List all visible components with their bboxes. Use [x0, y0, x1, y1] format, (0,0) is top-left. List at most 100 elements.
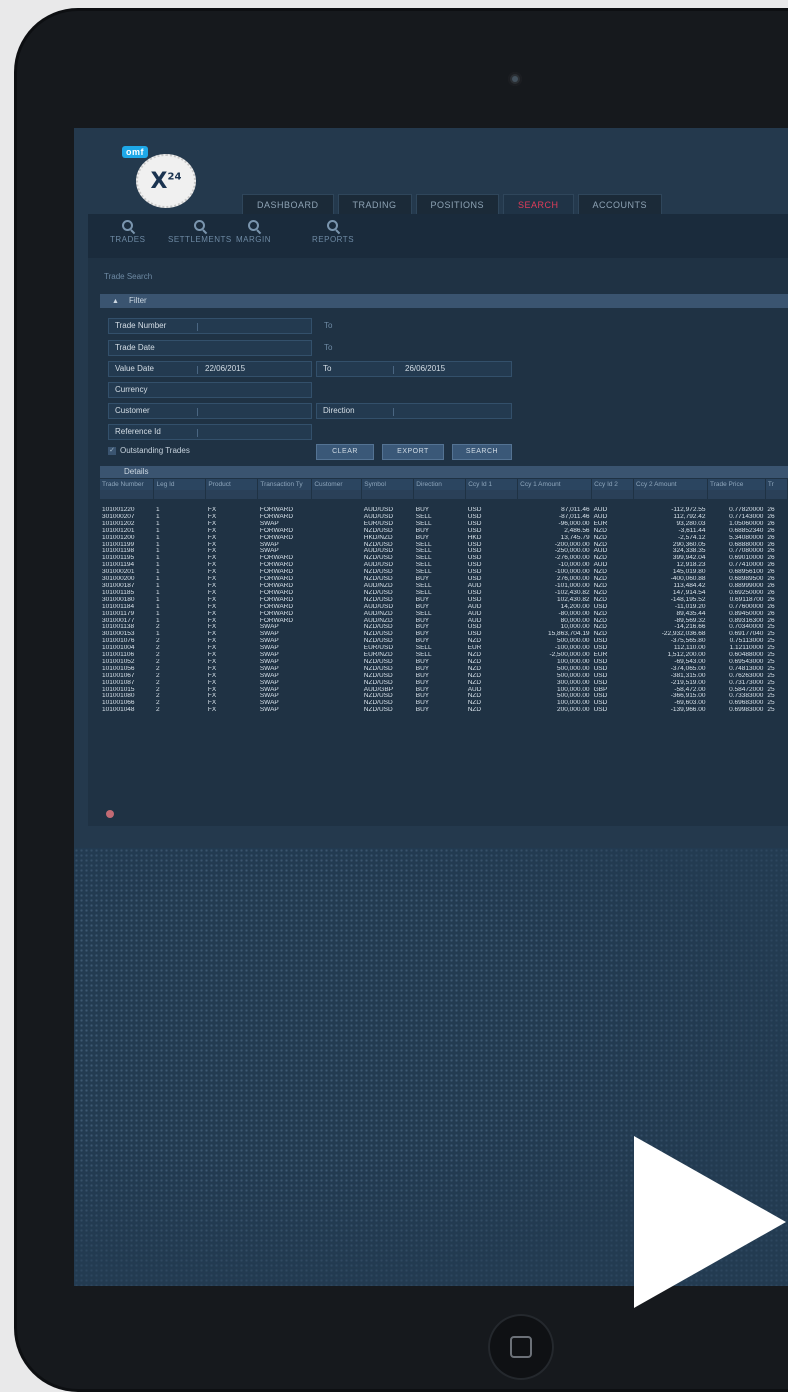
- table-row[interactable]: 101001198 1 FX SWAP AUD/USD SELL USD -250,000.0…: [100, 548, 788, 555]
- reference-id-field[interactable]: Reference Id: [108, 424, 312, 440]
- table-row[interactable]: 101001195 1 FX FORWARD NZD/USD SELL USD -276,00…: [100, 555, 788, 562]
- table-cell: NZD: [593, 555, 607, 562]
- table-cell: [312, 618, 362, 625]
- table-row[interactable]: 101001184 1 FX FORWARD AUD/USD BUY AUD 14,200.0…: [100, 604, 788, 611]
- table-cell: AUD: [467, 610, 482, 617]
- table-row[interactable]: 101001138 2 FX SWAP NZD/USD BUY USD 10,000.00 NZ…: [100, 624, 788, 631]
- column-header[interactable]: Trade Price: [707, 479, 766, 490]
- column-header[interactable]: Product: [205, 479, 259, 490]
- table-cell: SWAP: [259, 665, 279, 672]
- column-header[interactable]: Tr: [765, 479, 788, 490]
- tab-accounts[interactable]: ACCOUNTS: [577, 194, 663, 214]
- subnav-trades[interactable]: TRADES: [110, 220, 145, 244]
- home-button[interactable]: [488, 1314, 554, 1380]
- trade-number-field[interactable]: Trade Number: [108, 318, 312, 334]
- subnav-margin[interactable]: MARGIN: [236, 220, 271, 244]
- column-header[interactable]: Ccy 2 Amount: [633, 479, 708, 490]
- table-row[interactable]: 101001056 2 FX SWAP NZD/USD BUY NZD 500,000.00 U…: [100, 666, 788, 673]
- column-filter-input[interactable]: [517, 490, 593, 499]
- table-row[interactable]: 101001179 1 FX FORWARD AUD/NZD SELL AUD -80,000…: [100, 611, 788, 618]
- table-row[interactable]: 101001202 1 FX SWAP EUR/USD SELL USD -96,000.00…: [100, 521, 788, 528]
- details-header[interactable]: Details: [100, 466, 788, 478]
- table-cell: FX: [207, 686, 217, 693]
- table-row[interactable]: 101001076 2 FX SWAP NZD/USD BUY NZD 500,000.00 U…: [100, 638, 788, 645]
- table-row[interactable]: 101001052 2 FX SWAP NZD/USD BUY NZD 100,000.00 U…: [100, 659, 788, 666]
- table-row[interactable]: 301000201 1 FX FORWARD NZD/USD SELL USD -100,00…: [100, 569, 788, 576]
- table-cell: 25: [767, 672, 775, 679]
- table-cell: FX: [207, 513, 217, 520]
- clear-button[interactable]: CLEAR: [316, 444, 374, 460]
- column-filter-input[interactable]: [765, 490, 788, 499]
- table-row[interactable]: 301000200 1 FX FORWARD NZD/USD BUY USD 276,000.…: [100, 576, 788, 583]
- subnav-settlements[interactable]: SETTLEMENTS: [168, 220, 232, 244]
- column-header[interactable]: Ccy Id 1: [465, 479, 519, 490]
- value-date-to-field[interactable]: To 26/06/2015: [316, 361, 512, 377]
- column-filter-input[interactable]: [413, 490, 467, 499]
- table-cell: FX: [207, 679, 217, 686]
- column-filter-input[interactable]: [361, 490, 415, 499]
- table-cell: BUY: [415, 617, 430, 624]
- search-icon: [327, 220, 339, 232]
- table-row[interactable]: 301000187 1 FX FORWARD AUD/NZD SELL AUD -101,00…: [100, 583, 788, 590]
- table-row[interactable]: 101001015 2 FX SWAP AUD/GBP BUY AUD 100,000.00 G…: [100, 687, 788, 694]
- tab-dashboard[interactable]: DASHBOARD: [242, 194, 334, 214]
- table-row[interactable]: 101001200 1 FX FORWARD HKD/NZD BUY HKD 13,745.7…: [100, 535, 788, 542]
- column-header[interactable]: Customer: [311, 479, 363, 490]
- table-row[interactable]: 101001220 1 FX FORWARD AUD/USD BUY USD 87,011.4…: [100, 507, 788, 514]
- column-filter-input[interactable]: [205, 490, 259, 499]
- table-row[interactable]: 101001004 2 FX SWAP EUR/USD SELL EUR -100,000.0…: [100, 645, 788, 652]
- column-filter-input[interactable]: [100, 490, 155, 499]
- tab-positions[interactable]: POSITIONS: [415, 194, 500, 214]
- direction-field[interactable]: Direction: [316, 403, 512, 419]
- table-cell: FORWARD: [259, 562, 294, 569]
- table-row[interactable]: 101001066 2 FX SWAP NZD/USD BUY NZD 100,000.00 U…: [100, 700, 788, 707]
- column-header[interactable]: Transaction Ty: [257, 479, 313, 490]
- table-cell: BUY: [415, 527, 430, 534]
- table-cell: 26: [767, 617, 775, 624]
- table-row[interactable]: 101001048 2 FX SWAP NZD/USD BUY NZD 200,000.00 U…: [100, 707, 788, 714]
- export-button[interactable]: EXPORT: [382, 444, 444, 460]
- column-header[interactable]: Symbol: [361, 479, 415, 490]
- table-row[interactable]: 101001199 1 FX SWAP NZD/USD SELL USD -200,000.0…: [100, 542, 788, 549]
- tab-search[interactable]: SEARCH: [503, 194, 574, 214]
- outstanding-trades-checkbox[interactable]: ✓ Outstanding Trades: [108, 446, 190, 455]
- column-header[interactable]: Trade Number: [100, 479, 155, 490]
- column-filter-input[interactable]: [707, 490, 766, 499]
- column-header[interactable]: Ccy 1 Amount: [517, 479, 593, 490]
- table-row[interactable]: 101001080 2 FX SWAP NZD/USD BUY NZD 500,000.00 U…: [100, 693, 788, 700]
- trade-date-field[interactable]: Trade Date: [108, 340, 312, 356]
- table-cell: FORWARD: [259, 555, 294, 562]
- table-row[interactable]: 101001067 2 FX SWAP NZD/USD BUY NZD 500,000.00 U…: [100, 673, 788, 680]
- details-label: Details: [124, 467, 149, 476]
- table-row[interactable]: 301000207 1 FX FORWARD AUD/USD SELL USD -87,011…: [100, 514, 788, 521]
- search-button[interactable]: SEARCH: [452, 444, 512, 460]
- scroll-indicator[interactable]: [106, 810, 114, 818]
- value-date-from-field[interactable]: Value Date 22/06/2015: [108, 361, 312, 377]
- table-cell: BUY: [415, 507, 430, 513]
- column-header[interactable]: Ccy Id 2: [591, 479, 635, 490]
- column-header[interactable]: Leg Id: [153, 479, 207, 490]
- subnav-reports[interactable]: REPORTS: [312, 220, 354, 244]
- column-filter-input[interactable]: [311, 490, 363, 499]
- table-row[interactable]: 301000153 1 FX SWAP NZD/USD BUY USD 15,863,704.…: [100, 631, 788, 638]
- column-filter-input[interactable]: [633, 490, 708, 499]
- column-header[interactable]: Direction: [413, 479, 467, 490]
- table-row[interactable]: 101001185 1 FX FORWARD NZD/USD SELL USD -102,43…: [100, 590, 788, 597]
- column-filter-input[interactable]: [591, 490, 635, 499]
- column-filter-input[interactable]: [257, 490, 313, 499]
- subnav-reports-label: REPORTS: [312, 235, 355, 244]
- table-cell: -112,972.55: [671, 507, 706, 513]
- column-filter-input[interactable]: [465, 490, 519, 499]
- tab-trading[interactable]: TRADING: [337, 194, 412, 214]
- customer-field[interactable]: Customer: [108, 403, 312, 419]
- table-row[interactable]: 301000177 1 FX FORWARD AUD/NZD BUY AUD 80,000.0…: [100, 618, 788, 625]
- currency-field[interactable]: Currency: [108, 382, 312, 398]
- column-filter-input[interactable]: [153, 490, 207, 499]
- table-row[interactable]: 101001087 2 FX SWAP NZD/USD BUY NZD 300,000.00 U…: [100, 680, 788, 687]
- play-icon[interactable]: [634, 1136, 786, 1308]
- filter-header[interactable]: ▲ Filter: [100, 294, 788, 308]
- table-row[interactable]: 101001194 1 FX FORWARD AUD/USD SELL USD -10,000…: [100, 562, 788, 569]
- table-row[interactable]: 101001201 1 FX FORWARD NZD/USD BUY USD 2,486.56…: [100, 528, 788, 535]
- table-row[interactable]: 301000180 1 FX FORWARD NZD/USD BUY USD 102,430.…: [100, 597, 788, 604]
- table-row[interactable]: 101001106 2 FX SWAP EUR/NZD SELL NZD -2,500,000…: [100, 652, 788, 659]
